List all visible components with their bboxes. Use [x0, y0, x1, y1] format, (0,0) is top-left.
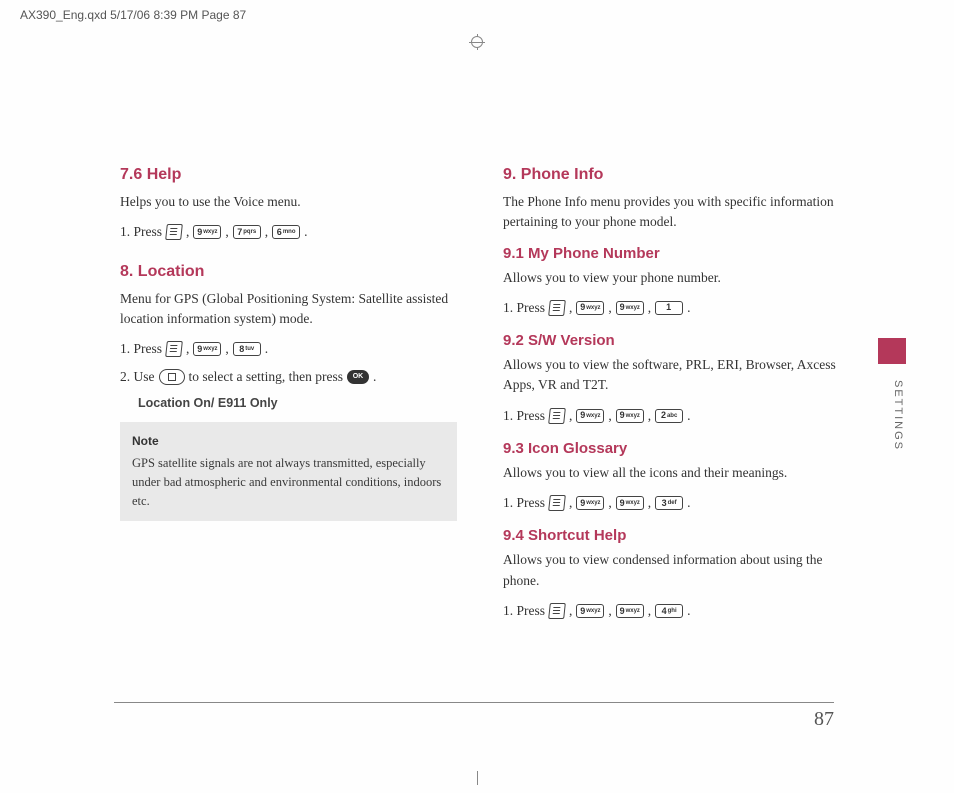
body-9-4: Allows you to view condensed information…: [503, 550, 840, 591]
menu-key-icon: [165, 224, 183, 240]
period: .: [687, 296, 690, 320]
body-9-2: Allows you to view the software, PRL, ER…: [503, 355, 840, 396]
note-box: Note GPS satellite signals are not alway…: [120, 422, 457, 520]
page-number: 87: [814, 708, 834, 731]
heading-9: 9. Phone Info: [503, 166, 840, 184]
step-text: 2. Use: [120, 365, 155, 389]
step-9-1: 1. Press , 9wxyz, 9wxyz, 1.: [503, 296, 840, 320]
key-8-icon: 8tuv: [233, 342, 261, 356]
step-8-2: 2. Use to select a setting, then press O…: [120, 365, 457, 389]
comma: ,: [608, 491, 611, 515]
print-header: AX390_Eng.qxd 5/17/06 8:39 PM Page 87: [20, 8, 246, 22]
side-tab-label: SETTINGS: [892, 380, 904, 451]
crop-mark-bottom-icon: [477, 771, 478, 785]
key-9-icon: 9wxyz: [193, 225, 221, 239]
key-2-icon: 2abc: [655, 409, 683, 423]
comma: ,: [186, 337, 189, 361]
heading-8: 8. Location: [120, 263, 457, 281]
side-tab-bar: [878, 338, 906, 364]
key-9-icon: 9wxyz: [616, 496, 644, 510]
left-column: 7.6 Help Helps you to use the Voice menu…: [120, 160, 457, 627]
menu-key-icon: [548, 603, 566, 619]
step-text: 1. Press: [503, 491, 545, 515]
key-3-icon: 3def: [655, 496, 683, 510]
period: .: [373, 365, 376, 389]
page-rule: [114, 702, 834, 703]
heading-9-3: 9.3 Icon Glossary: [503, 440, 840, 457]
comma: ,: [648, 491, 651, 515]
comma: ,: [569, 599, 572, 623]
page-content: 7.6 Help Helps you to use the Voice menu…: [120, 160, 840, 627]
body-7-6: Helps you to use the Voice menu.: [120, 192, 457, 212]
nav-key-icon: [159, 369, 185, 385]
ok-key-icon: OK: [347, 370, 369, 384]
heading-7-6: 7.6 Help: [120, 166, 457, 184]
body-9-3: Allows you to view all the icons and the…: [503, 463, 840, 483]
comma: ,: [569, 296, 572, 320]
menu-key-icon: [165, 341, 183, 357]
step-7-6-1: 1. Press , 9wxyz, 7pqrs, 6mno.: [120, 220, 457, 244]
key-9-icon: 9wxyz: [576, 604, 604, 618]
period: .: [265, 337, 268, 361]
step-9-2: 1. Press , 9wxyz, 9wxyz, 2abc.: [503, 404, 840, 428]
period: .: [687, 599, 690, 623]
step-text: 1. Press: [503, 599, 545, 623]
period: .: [687, 404, 690, 428]
comma: ,: [608, 296, 611, 320]
comma: ,: [569, 491, 572, 515]
indent-8: Location On/ E911 Only: [138, 394, 457, 413]
step-9-4: 1. Press , 9wxyz, 9wxyz, 4ghi.: [503, 599, 840, 623]
period: .: [304, 220, 307, 244]
period: .: [687, 491, 690, 515]
key-9-icon: 9wxyz: [616, 301, 644, 315]
step-9-3: 1. Press , 9wxyz, 9wxyz, 3def.: [503, 491, 840, 515]
step-8-1: 1. Press , 9wxyz, 8tuv.: [120, 337, 457, 361]
heading-9-4: 9.4 Shortcut Help: [503, 527, 840, 544]
key-1-icon: 1: [655, 301, 683, 315]
key-9-icon: 9wxyz: [193, 342, 221, 356]
note-body: GPS satellite signals are not always tra…: [132, 454, 445, 510]
comma: ,: [648, 599, 651, 623]
comma: ,: [265, 220, 268, 244]
key-4-icon: 4ghi: [655, 604, 683, 618]
step-text: to select a setting, then press: [189, 365, 343, 389]
comma: ,: [648, 404, 651, 428]
step-text: 1. Press: [503, 296, 545, 320]
key-6-icon: 6mno: [272, 225, 300, 239]
body-9: The Phone Info menu provides you with sp…: [503, 192, 840, 233]
key-9-icon: 9wxyz: [616, 409, 644, 423]
right-column: 9. Phone Info The Phone Info menu provid…: [503, 160, 840, 627]
menu-key-icon: [548, 300, 566, 316]
key-9-icon: 9wxyz: [616, 604, 644, 618]
comma: ,: [648, 296, 651, 320]
comma: ,: [225, 337, 228, 361]
comma: ,: [186, 220, 189, 244]
key-7-icon: 7pqrs: [233, 225, 261, 239]
step-text: 1. Press: [503, 404, 545, 428]
step-text: 1. Press: [120, 337, 162, 361]
key-9-icon: 9wxyz: [576, 301, 604, 315]
menu-key-icon: [548, 408, 566, 424]
comma: ,: [608, 599, 611, 623]
key-9-icon: 9wxyz: [576, 409, 604, 423]
comma: ,: [608, 404, 611, 428]
comma: ,: [225, 220, 228, 244]
heading-9-2: 9.2 S/W Version: [503, 332, 840, 349]
menu-key-icon: [548, 495, 566, 511]
comma: ,: [569, 404, 572, 428]
note-title: Note: [132, 432, 445, 450]
body-9-1: Allows you to view your phone number.: [503, 268, 840, 288]
step-text: 1. Press: [120, 220, 162, 244]
heading-9-1: 9.1 My Phone Number: [503, 245, 840, 262]
body-8: Menu for GPS (Global Positioning System:…: [120, 289, 457, 330]
key-9-icon: 9wxyz: [576, 496, 604, 510]
